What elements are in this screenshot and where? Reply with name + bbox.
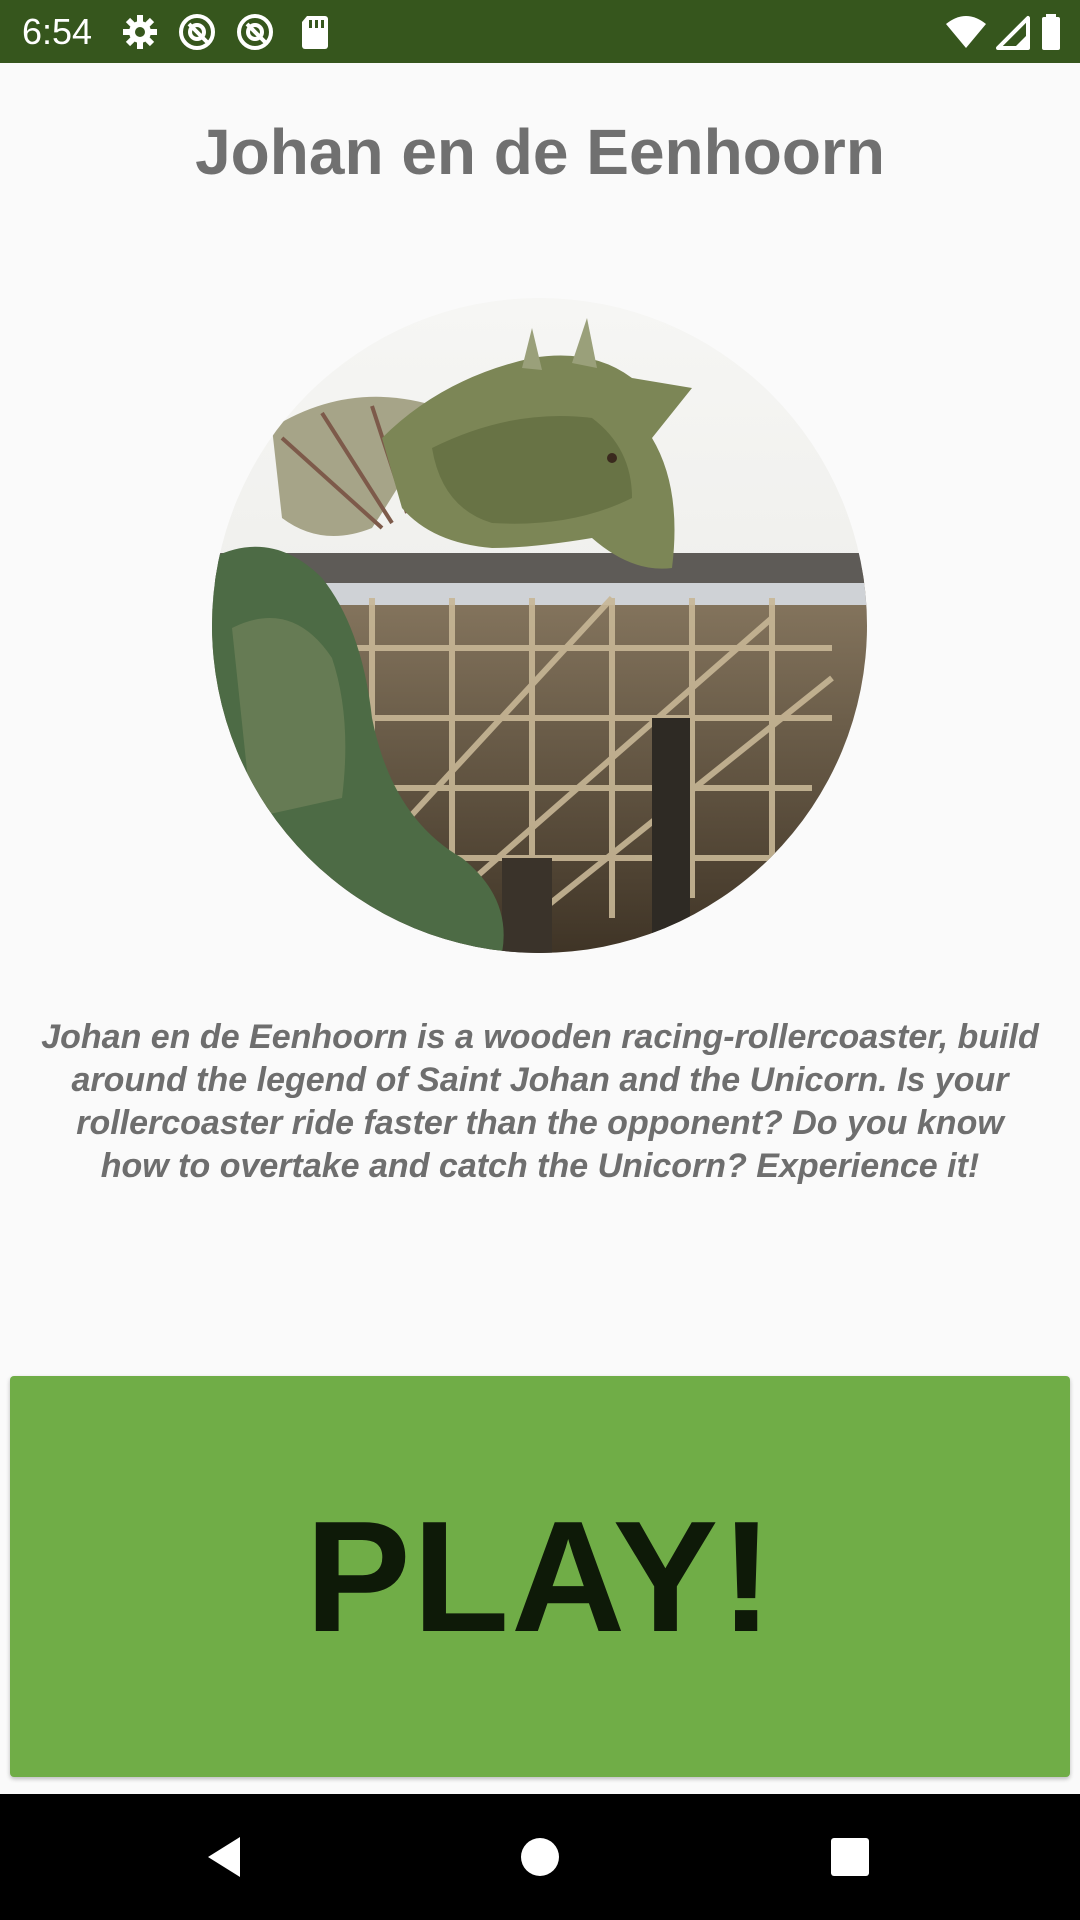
signal-icon — [994, 12, 1034, 52]
at-sign-icon — [235, 12, 275, 52]
page-title: Johan en de Eenhoorn — [195, 116, 885, 188]
status-time: 6:54 — [22, 11, 93, 52]
status-bar: 6:54 — [0, 0, 1080, 63]
wifi-icon — [944, 12, 988, 52]
sd-card-icon — [295, 12, 335, 52]
ride-photo — [212, 298, 867, 953]
battery-icon — [1040, 12, 1062, 52]
at-sign-icon — [177, 12, 217, 52]
navigation-bar — [0, 1794, 1080, 1920]
play-button-label: PLAY! — [305, 1488, 775, 1665]
app-screen: 6:54 Johan en de Eenhoorn Johan en de Ee… — [0, 0, 1080, 1920]
gear-icon — [120, 12, 160, 52]
play-button[interactable]: PLAY! — [10, 1376, 1070, 1777]
home-icon[interactable] — [505, 1822, 575, 1892]
recents-icon[interactable] — [815, 1822, 885, 1892]
ride-description: Johan en de Eenhoorn is a wooden racing-… — [41, 1018, 1039, 1185]
back-icon[interactable] — [190, 1822, 260, 1892]
